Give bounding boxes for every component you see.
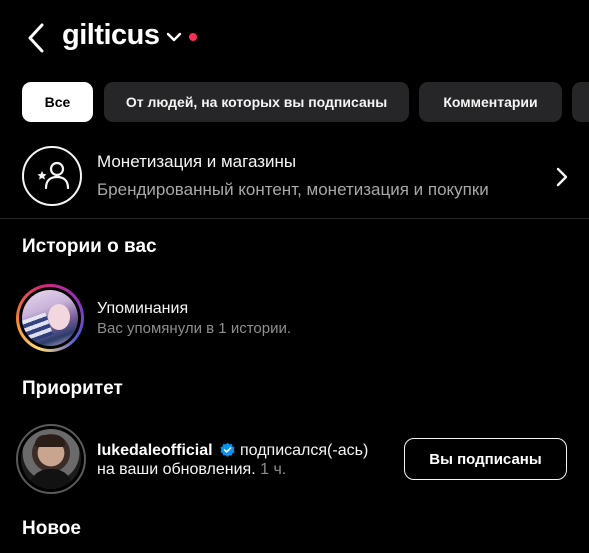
back-arrow-icon[interactable]	[24, 22, 48, 54]
filter-chips: Все От людей, на которых вы подписаны Ко…	[0, 82, 589, 124]
notification-time: 1 ч.	[260, 461, 287, 478]
profile-avatar-ring	[16, 424, 86, 494]
priority-notification-row[interactable]: lukedaleofficial подписался(-ась) на ваш…	[0, 422, 589, 498]
section-title-stories: Истории о вас	[22, 236, 157, 257]
notification-line2: на ваши обновления. 1 ч.	[97, 461, 286, 479]
filter-chip-following[interactable]: От людей, на которых вы подписаны	[104, 82, 409, 122]
chevron-down-icon[interactable]	[166, 30, 182, 44]
monetization-row[interactable]: Монетизация и магазины Брендированный ко…	[0, 140, 589, 216]
verified-badge-icon	[220, 442, 235, 457]
divider	[0, 218, 589, 219]
notification-text: на ваши обновления.	[97, 461, 256, 478]
mention-title: Упоминания	[97, 300, 189, 317]
star-person-icon	[37, 161, 70, 190]
monetization-subtitle: Брендированный контент, монетизация и по…	[97, 180, 489, 199]
filter-chip-more[interactable]	[572, 82, 589, 122]
notification-action-text: подписался(-ась)	[240, 442, 369, 459]
notification-username[interactable]: lukedaleofficial	[97, 442, 213, 460]
profile-avatar[interactable]	[21, 429, 81, 489]
filter-chip-comments[interactable]: Комментарии	[419, 82, 562, 122]
monetization-icon-circle	[22, 146, 82, 206]
mention-subtitle: Вас упомянули в 1 истории.	[97, 320, 292, 337]
filter-chip-all[interactable]: Все	[22, 82, 93, 122]
notification-dot	[189, 33, 197, 41]
story-mention-row[interactable]: Упоминания Вас упомянули в 1 истории.	[0, 282, 589, 358]
section-title-priority: Приоритет	[22, 378, 123, 399]
monetization-title: Монетизация и магазины	[97, 152, 297, 171]
section-title-new: Новое	[22, 518, 81, 539]
chevron-right-icon	[556, 167, 568, 187]
following-button[interactable]: Вы подписаны	[404, 438, 567, 480]
mention-avatar[interactable]	[22, 290, 78, 346]
account-username[interactable]: gilticus	[62, 19, 160, 52]
story-ring	[16, 284, 84, 352]
top-bar: gilticus	[0, 0, 589, 78]
